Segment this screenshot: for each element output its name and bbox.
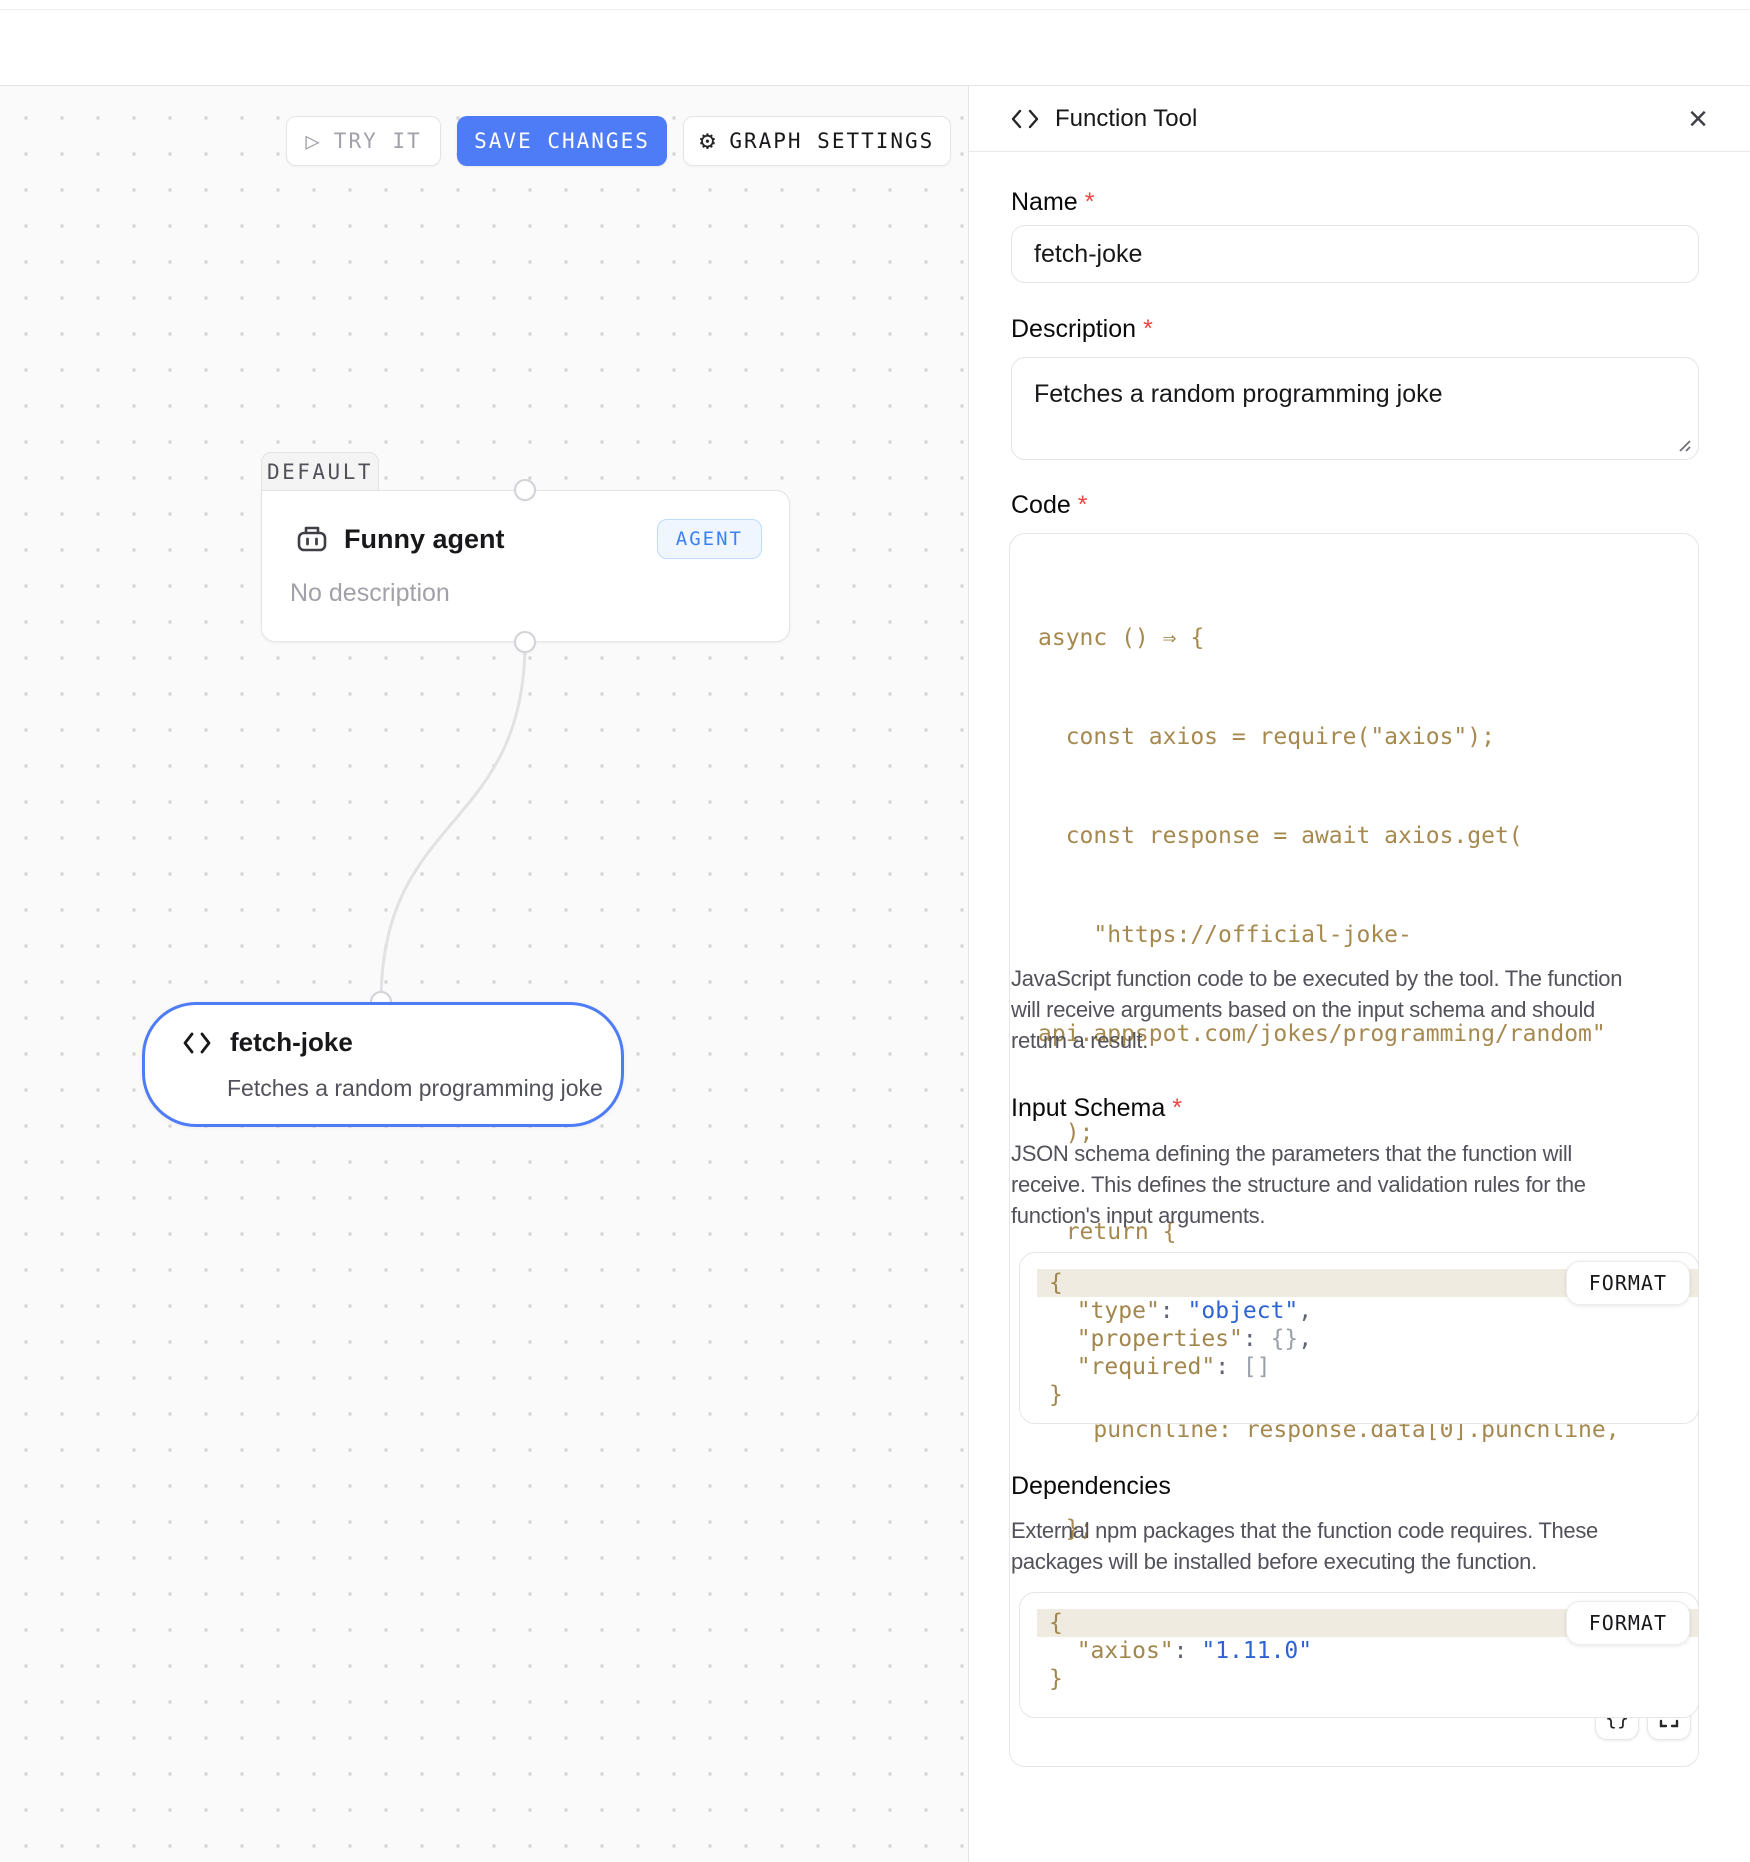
tool-node-fetch-joke[interactable]: fetch-joke Fetches a random programming … [142,1002,624,1127]
tool-node-description: Fetches a random programming joke [227,1075,603,1102]
agent-node-title: Funny agent [344,524,505,555]
agent-node-header: Funny agent AGENT [295,519,762,559]
dependencies-editor[interactable]: { "axios": "1.11.0" } FORMAT [1019,1592,1699,1718]
name-value: fetch-joke [1034,240,1142,269]
json-line: } [1037,1381,1698,1409]
dependencies-label: Dependencies [1011,1472,1171,1501]
panel-title: Function Tool [1055,105,1197,133]
panel-header: Function Tool × [969,86,1750,152]
json-line: "required": [] [1037,1353,1698,1381]
top-hairline [0,9,1750,10]
code-helper-text: JavaScript function code to be executed … [1011,963,1711,1056]
required-asterisk: * [1143,315,1153,343]
code-label: Code* [1011,491,1088,520]
gear-icon: ⚙ [700,128,718,154]
edge-agent-to-tool [0,86,968,1862]
graph-settings-label: GRAPH SETTINGS [729,129,934,153]
json-line: "properties": {}, [1037,1325,1698,1353]
description-value: Fetches a random programming joke [1034,380,1443,408]
format-button[interactable]: FORMAT [1566,1261,1690,1305]
robot-icon [295,523,329,555]
input-schema-label: Input Schema* [1011,1094,1182,1123]
graph-canvas[interactable]: ▷ TRY IT SAVE CHANGES ⚙ GRAPH SETTINGS D… [0,86,968,1862]
agent-node-description: No description [290,579,450,608]
input-schema-editor[interactable]: { "type": "object", "properties": {}, "r… [1019,1252,1699,1424]
description-label: Description* [1011,315,1153,344]
code-line: async () ⇒ { [1038,622,1698,655]
name-label: Name* [1011,188,1094,217]
top-bar [0,0,1750,86]
main-split: ▷ TRY IT SAVE CHANGES ⚙ GRAPH SETTINGS D… [0,86,1750,1862]
code-line: "https://official-joke- [1038,919,1698,952]
code-icon [182,1030,212,1056]
group-tab-label: DEFAULT [267,460,373,484]
required-asterisk: * [1085,188,1095,216]
group-tab-default[interactable]: DEFAULT [261,452,379,491]
try-it-button[interactable]: ▷ TRY IT [286,116,441,166]
app-window: ▷ TRY IT SAVE CHANGES ⚙ GRAPH SETTINGS D… [0,0,1750,1862]
required-asterisk: * [1172,1094,1182,1122]
description-textarea[interactable]: Fetches a random programming joke [1011,357,1699,460]
agent-node-bottom-handle[interactable] [514,631,536,653]
play-icon: ▷ [305,129,321,153]
close-icon[interactable]: × [1688,102,1708,136]
function-tool-panel: Function Tool × Name* fetch-joke Descrip… [968,86,1750,1862]
dependencies-description: External npm packages that the function … [1011,1515,1711,1577]
agent-node-top-handle[interactable] [514,479,536,501]
format-button[interactable]: FORMAT [1566,1601,1690,1645]
code-line: const axios = require("axios"); [1038,721,1698,754]
code-icon [1011,109,1039,129]
name-input[interactable]: fetch-joke [1011,225,1699,283]
resize-grip-icon[interactable] [1674,435,1692,453]
input-schema-description: JSON schema defining the parameters that… [1011,1138,1711,1231]
tool-node-header: fetch-joke [182,1027,353,1058]
code-line: const response = await axios.get( [1038,820,1698,853]
required-asterisk: * [1078,491,1088,519]
save-changes-button[interactable]: SAVE CHANGES [457,116,667,166]
try-it-label: TRY IT [334,129,422,153]
graph-settings-button[interactable]: ⚙ GRAPH SETTINGS [683,116,951,166]
agent-type-badge: AGENT [657,519,762,559]
save-changes-label: SAVE CHANGES [474,129,650,153]
json-line: } [1037,1665,1698,1693]
tool-node-title: fetch-joke [230,1027,353,1058]
agent-node[interactable]: Funny agent AGENT No description [261,490,790,642]
